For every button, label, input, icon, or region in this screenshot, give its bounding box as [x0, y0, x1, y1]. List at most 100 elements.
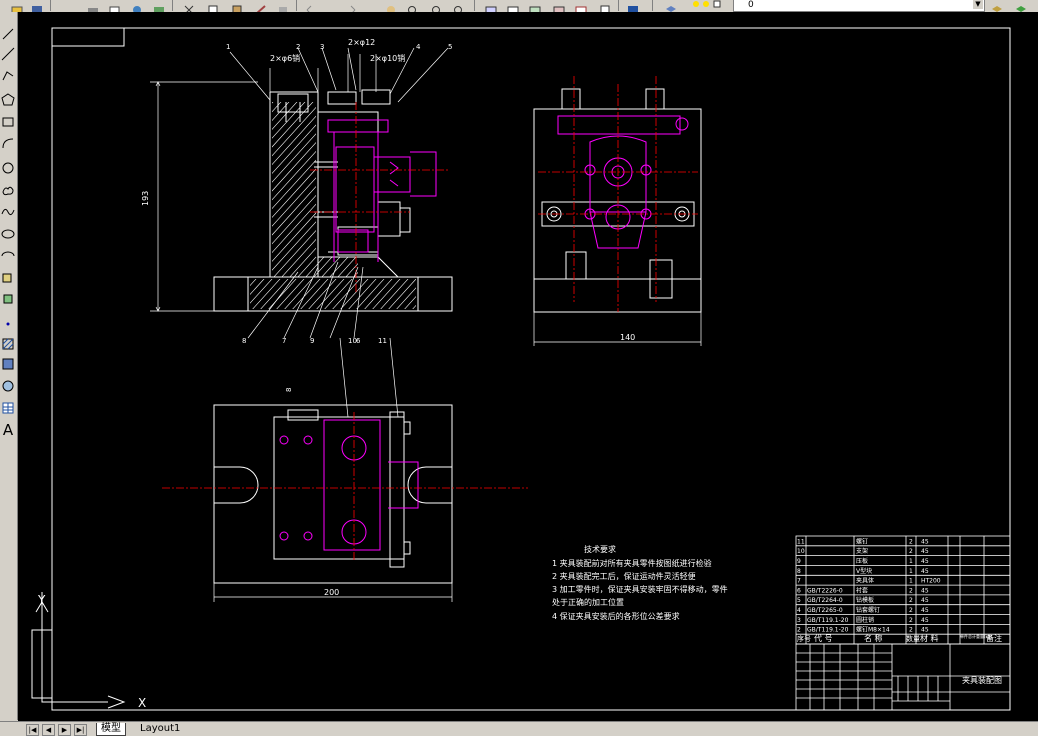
markup-icon[interactable]: [574, 0, 588, 15]
layer-dropdown[interactable]: 0 ▼: [693, 0, 985, 12]
block-editor-icon[interactable]: [276, 0, 290, 13]
copy-icon[interactable]: [206, 0, 220, 15]
bom-cell-name: 压板: [856, 557, 868, 565]
save-icon[interactable]: [30, 0, 44, 14]
front-section-part: [327, 119, 437, 262]
bom-cell-no: 4: [797, 607, 801, 614]
balloon-4: 4: [416, 43, 421, 51]
bom-cell-qty: 1: [909, 578, 913, 585]
balloon-8: 8: [242, 337, 246, 345]
bom-cell-mat: 45: [921, 558, 929, 565]
bom-cell-name: 圆柱销: [856, 616, 874, 624]
chevron-down-icon[interactable]: ▼: [973, 0, 983, 9]
next-tab-button[interactable]: ▶: [58, 724, 71, 736]
paste-icon[interactable]: [230, 0, 244, 15]
prev-tab-button[interactable]: ◀: [42, 724, 55, 736]
tech-item-2: 2 夹具装配完工后，保证运动件灵活轻便: [552, 571, 696, 581]
ellipse-icon[interactable]: [1, 226, 15, 242]
match-properties-icon[interactable]: [254, 0, 268, 15]
ucs-icon: [31, 592, 126, 709]
toolbar-separator: [172, 0, 173, 11]
front-section-centerlines: [310, 102, 448, 292]
bom-cell-code: GB/T2264-0: [807, 597, 843, 604]
revision-cloud-icon[interactable]: [1, 182, 15, 198]
make-block-icon[interactable]: [1, 292, 15, 308]
circle-icon[interactable]: [1, 160, 15, 176]
bom-cell-no: 9: [797, 558, 801, 565]
open-icon[interactable]: [10, 0, 24, 15]
bom-cell-no: 8: [797, 568, 801, 575]
calculator-icon[interactable]: [598, 0, 612, 15]
insert-block-icon[interactable]: [1, 270, 15, 286]
zoom-realtime-icon[interactable]: [406, 0, 420, 16]
hatch-icon[interactable]: [1, 336, 15, 352]
bom-cell-mat: 45: [921, 538, 929, 545]
bom-cell-name: 钻模板: [856, 596, 874, 604]
bom-cell-code: GB/T119.1-20: [807, 617, 849, 624]
bom-cell-no: 10: [797, 548, 805, 555]
polygon-icon[interactable]: [1, 92, 15, 108]
bom-cell-name: 螺钉M8×14: [856, 626, 890, 634]
bom-cell-mat: 45: [921, 568, 929, 575]
tool-palettes-icon[interactable]: [528, 0, 542, 15]
side-view-centerlines: [538, 76, 698, 312]
pan-icon[interactable]: [384, 0, 398, 14]
ucs-y-label: Y: [37, 593, 46, 607]
layer-states-icon[interactable]: [1014, 0, 1028, 12]
bom-cell-no: 5: [797, 597, 801, 604]
construction-line-icon[interactable]: [1, 46, 15, 62]
balloon-8-plan: 8: [285, 388, 293, 392]
tech-item-1: 1 夹具装配前对所有夹具零件按图纸进行检验: [552, 558, 712, 568]
last-tab-button[interactable]: ▶|: [74, 724, 87, 736]
spline-icon[interactable]: [1, 204, 15, 220]
zoom-window-icon[interactable]: [430, 0, 444, 16]
first-tab-button[interactable]: |◀: [26, 724, 39, 736]
redo-icon[interactable]: [344, 0, 358, 15]
region-icon[interactable]: [1, 378, 15, 394]
title-block-name: 夹具装配图: [962, 675, 1002, 685]
publish-icon[interactable]: [130, 0, 144, 14]
help-icon[interactable]: [626, 0, 640, 14]
line-icon[interactable]: [1, 26, 15, 42]
properties-icon[interactable]: [484, 0, 498, 15]
height-dim-label: 193: [141, 191, 150, 206]
ellipse-arc-icon[interactable]: [1, 248, 15, 264]
polyline-icon[interactable]: [1, 68, 15, 84]
preview-icon[interactable]: [108, 0, 122, 15]
bom-cell-name: V型块: [856, 567, 872, 575]
draw-toolbar: A: [0, 12, 18, 720]
bom-cell-no: 7: [797, 578, 801, 585]
tab-model[interactable]: 模型: [96, 723, 126, 736]
gradient-icon[interactable]: [1, 356, 15, 372]
layout-tab-bar: |◀ ◀ ▶ ▶| 模型 Layout1: [0, 721, 1038, 736]
rectangle-icon[interactable]: [1, 114, 15, 130]
tab-layout1[interactable]: Layout1: [136, 723, 184, 735]
bom-cell-mat: 45: [921, 587, 929, 594]
bom-cell-mat: 45: [921, 597, 929, 604]
plot-icon[interactable]: [152, 0, 166, 13]
bom-cell-name: 支架: [856, 547, 868, 555]
zoom-previous-icon[interactable]: [452, 0, 466, 16]
arc-icon[interactable]: [1, 136, 15, 152]
balloon-2: 2: [296, 43, 300, 51]
print-icon[interactable]: [86, 0, 100, 14]
bom-cell-qty: 2: [909, 597, 913, 604]
layer-manager-icon[interactable]: [664, 0, 678, 12]
tech-item-3b: 处于正确的加工位置: [552, 597, 624, 607]
toolbar-separator: [50, 0, 51, 11]
undo-icon[interactable]: [304, 0, 318, 15]
model-space-canvas[interactable]: 193 2×φ6销 2×φ12 2×φ10销 1 2 3 4 5 6 7 8 9…: [18, 12, 1038, 721]
point-icon[interactable]: [1, 316, 15, 332]
drawing-viewport: 193 2×φ6销 2×φ12 2×φ10销 1 2 3 4 5 6 7 8 9…: [31, 27, 1011, 711]
cut-icon[interactable]: [182, 0, 196, 15]
bom-cell-qty: 2: [909, 607, 913, 614]
bom-cell-name: 钻套螺钉: [856, 606, 880, 614]
design-center-icon[interactable]: [506, 0, 520, 15]
ucs-x-label: X: [138, 696, 146, 710]
sheet-set-icon[interactable]: [552, 0, 566, 15]
multiline-text-tool[interactable]: A: [1, 422, 15, 438]
bom-cell-no: 11: [797, 538, 805, 545]
layer-previous-icon[interactable]: [990, 0, 1004, 12]
dim-top-c: 2×φ10销: [370, 53, 405, 63]
table-icon[interactable]: [1, 400, 15, 416]
